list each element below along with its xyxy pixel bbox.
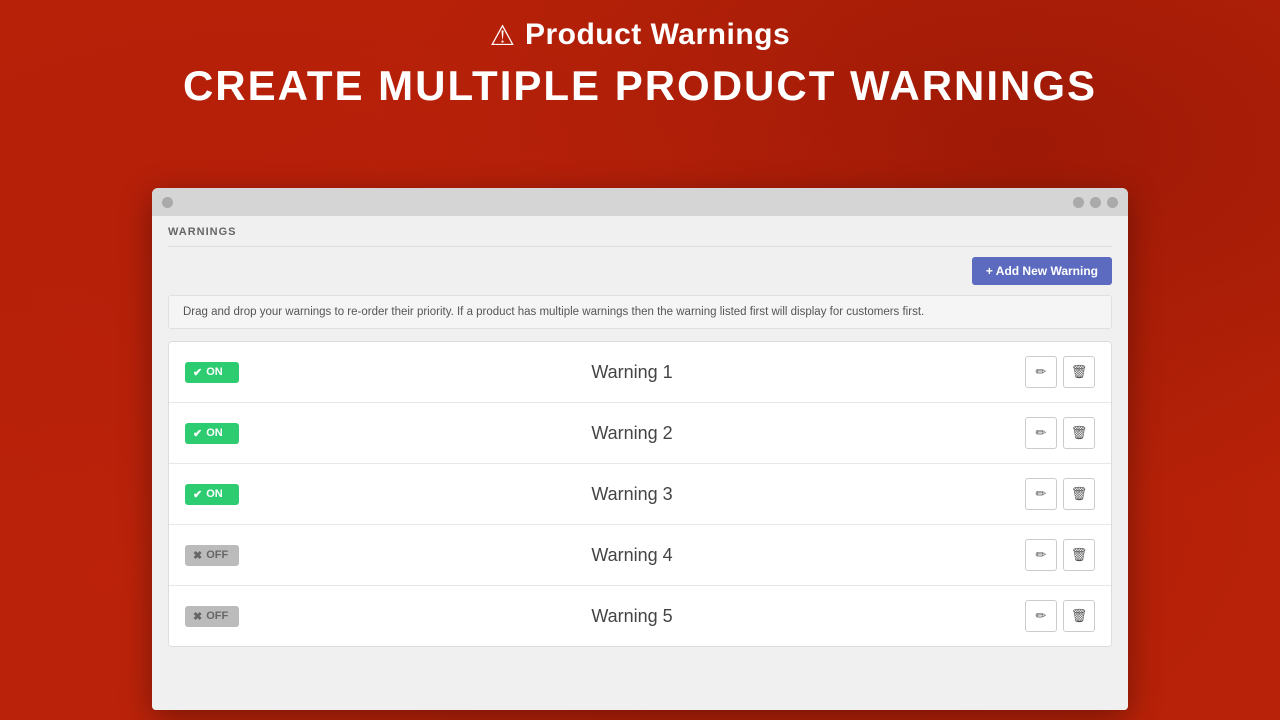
- warning-icon: ⚠: [490, 19, 515, 52]
- status-badge-5[interactable]: ✖ OFF: [185, 606, 239, 627]
- warning-row: ✖ OFF Warning 4 ✏ 🗑: [169, 525, 1111, 586]
- action-buttons-2: ✏ 🗑: [1025, 417, 1095, 449]
- browser-content: WARNINGS + Add New Warning Drag and drop…: [152, 216, 1128, 710]
- warning-name-5: Warning 5: [239, 606, 1025, 627]
- warnings-section: WARNINGS + Add New Warning Drag and drop…: [152, 216, 1128, 663]
- header-area: ⚠ Product Warnings CREATE MULTIPLE PRODU…: [0, 0, 1280, 110]
- action-buttons-5: ✏ 🗑: [1025, 600, 1095, 632]
- status-label-4: OFF: [206, 549, 228, 561]
- info-banner: Drag and drop your warnings to re-order …: [168, 295, 1112, 329]
- status-badge-1[interactable]: ✔ ON: [185, 362, 239, 383]
- delete-button-4[interactable]: 🗑: [1063, 539, 1095, 571]
- status-badge-3[interactable]: ✔ ON: [185, 484, 239, 505]
- browser-dots-right: [1073, 197, 1118, 208]
- status-label-2: ON: [206, 427, 223, 439]
- edit-button-2[interactable]: ✏: [1025, 417, 1057, 449]
- browser-dot-4: [1107, 197, 1118, 208]
- status-icon-4: ✖: [193, 549, 202, 562]
- status-label-5: OFF: [206, 610, 228, 622]
- status-icon-3: ✔: [193, 488, 202, 501]
- action-buttons-1: ✏ 🗑: [1025, 356, 1095, 388]
- browser-dot-1: [162, 197, 173, 208]
- add-new-warning-button[interactable]: + Add New Warning: [972, 257, 1112, 285]
- warnings-list: ✔ ON Warning 1 ✏ 🗑 ✔ ON Warning 2 ✏ 🗑 ✔ …: [168, 341, 1112, 647]
- warning-name-1: Warning 1: [239, 362, 1025, 383]
- app-title-row: ⚠ Product Warnings: [0, 18, 1280, 52]
- warning-row: ✖ OFF Warning 5 ✏ 🗑: [169, 586, 1111, 646]
- action-buttons-3: ✏ 🗑: [1025, 478, 1095, 510]
- section-header: WARNINGS: [168, 216, 1112, 247]
- browser-window: WARNINGS + Add New Warning Drag and drop…: [152, 188, 1128, 710]
- delete-button-3[interactable]: 🗑: [1063, 478, 1095, 510]
- delete-button-1[interactable]: 🗑: [1063, 356, 1095, 388]
- delete-button-5[interactable]: 🗑: [1063, 600, 1095, 632]
- warning-name-3: Warning 3: [239, 484, 1025, 505]
- edit-button-5[interactable]: ✏: [1025, 600, 1057, 632]
- warning-row: ✔ ON Warning 2 ✏ 🗑: [169, 403, 1111, 464]
- page-heading: CREATE MULTIPLE PRODUCT WARNINGS: [0, 62, 1280, 110]
- status-icon-5: ✖: [193, 610, 202, 623]
- edit-button-3[interactable]: ✏: [1025, 478, 1057, 510]
- edit-button-1[interactable]: ✏: [1025, 356, 1057, 388]
- warning-row: ✔ ON Warning 1 ✏ 🗑: [169, 342, 1111, 403]
- status-label-1: ON: [206, 366, 223, 378]
- warning-name-2: Warning 2: [239, 423, 1025, 444]
- action-buttons-4: ✏ 🗑: [1025, 539, 1095, 571]
- status-badge-4[interactable]: ✖ OFF: [185, 545, 239, 566]
- delete-button-2[interactable]: 🗑: [1063, 417, 1095, 449]
- warning-name-4: Warning 4: [239, 545, 1025, 566]
- status-label-3: ON: [206, 488, 223, 500]
- warning-row: ✔ ON Warning 3 ✏ 🗑: [169, 464, 1111, 525]
- browser-dot-3: [1090, 197, 1101, 208]
- edit-button-4[interactable]: ✏: [1025, 539, 1057, 571]
- app-title: Product Warnings: [525, 18, 790, 52]
- toolbar-row: + Add New Warning: [168, 257, 1112, 285]
- status-badge-2[interactable]: ✔ ON: [185, 423, 239, 444]
- browser-dot-2: [1073, 197, 1084, 208]
- status-icon-2: ✔: [193, 427, 202, 440]
- status-icon-1: ✔: [193, 366, 202, 379]
- browser-titlebar: [152, 188, 1128, 216]
